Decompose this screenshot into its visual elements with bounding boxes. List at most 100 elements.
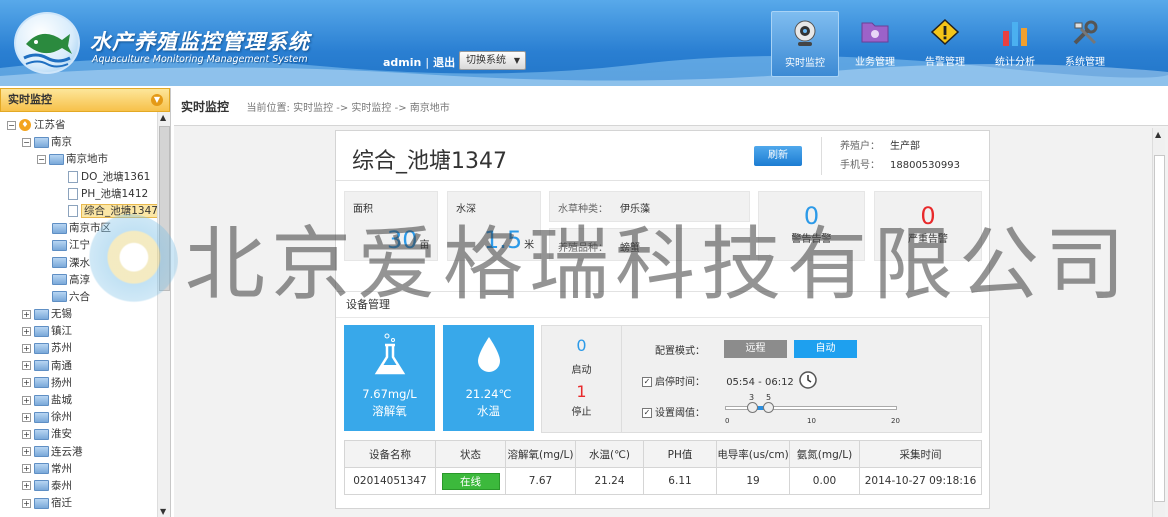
nav-alarm-management[interactable]: 告警管理 xyxy=(911,11,979,77)
remote-mode-button[interactable]: 远程 xyxy=(724,340,787,358)
tree-node-pond[interactable]: DO_池塘1361 xyxy=(0,169,170,186)
depth-readout: 1.5 米 xyxy=(484,226,534,254)
tools-icon xyxy=(1070,19,1100,47)
content-scrollbar[interactable]: ▲ xyxy=(1152,128,1165,517)
slider-handle-low[interactable] xyxy=(747,402,758,413)
tree-node-city[interactable]: + 宿迁 xyxy=(0,495,170,512)
tree-node-pond-selected[interactable]: 综合_池塘1347 xyxy=(0,203,170,220)
slider-handle-high[interactable] xyxy=(763,402,774,413)
tree-label: 南通 xyxy=(51,359,72,372)
province-icon: ♦ xyxy=(19,119,31,131)
expand-toggle-icon[interactable]: + xyxy=(22,498,31,508)
tree-label: 高淳 xyxy=(69,273,90,286)
tree-node-city[interactable]: + 盐城 xyxy=(0,392,170,409)
expand-toggle-icon[interactable]: + xyxy=(22,481,31,491)
column-header: 溶解氧(mg/L) xyxy=(505,440,576,468)
scrollbar-thumb[interactable] xyxy=(159,126,170,291)
tree-label: 盐城 xyxy=(51,394,72,406)
pond-name: 综合_池塘1347 xyxy=(352,149,507,174)
scale-label: 0 xyxy=(725,417,730,425)
warning-alarm-card[interactable]: 0 警告告警 xyxy=(758,191,865,261)
tree-node-district[interactable]: 六合 xyxy=(0,289,170,306)
tree-node-city[interactable]: + 南通 xyxy=(0,358,170,375)
cell-device-name: 02014051347 xyxy=(344,467,436,495)
sidebar-scrollbar[interactable]: ▲ ▼ xyxy=(157,112,170,517)
collapse-icon[interactable]: ▼ xyxy=(151,94,163,106)
tree-label: 综合_池塘1347 xyxy=(81,203,161,218)
tree-label: 宿迁 xyxy=(51,497,72,510)
tree-node-pond[interactable]: PH_池塘1412 xyxy=(0,186,170,203)
scroll-up-icon[interactable]: ▲ xyxy=(160,113,166,122)
tree-node-district[interactable]: 江宁 xyxy=(0,237,170,254)
clock-icon[interactable] xyxy=(798,370,818,390)
nav-business-management[interactable]: 业务管理 xyxy=(841,11,909,77)
scroll-up-icon[interactable]: ▲ xyxy=(1155,130,1161,139)
tree-label: 南京市区 xyxy=(69,222,111,235)
owner-label: 养殖户： xyxy=(840,141,880,152)
tree-node-district[interactable]: 高淳 xyxy=(0,272,170,289)
tree-node-city[interactable]: + 无锡 xyxy=(0,306,170,323)
expand-toggle-icon[interactable]: + xyxy=(22,361,31,371)
breed-value: 螃蟹 xyxy=(620,243,640,254)
column-header: 电导率(us/cm) xyxy=(716,440,790,468)
scroll-down-icon[interactable]: ▼ xyxy=(160,507,166,516)
tree-node-district[interactable]: 南京市区 xyxy=(0,220,170,237)
schedule-checkbox[interactable]: ✓ xyxy=(642,377,652,387)
auto-mode-button[interactable]: 自动 xyxy=(794,340,857,358)
breed-label: 养殖品种： xyxy=(558,243,608,254)
page-title: 实时监控 xyxy=(181,100,230,114)
scrollbar-thumb[interactable] xyxy=(1154,155,1165,502)
tree-node-city[interactable]: + 连云港 xyxy=(0,444,170,461)
folder-icon xyxy=(34,480,49,492)
switch-system-label: 切换系统 xyxy=(466,55,506,66)
tree-label: 南京地市 xyxy=(66,153,108,166)
threshold-slider[interactable]: 3 5 0 10 20 xyxy=(725,393,901,429)
tree-node-city[interactable]: − 南京 xyxy=(0,134,170,151)
column-header: PH值 xyxy=(643,440,717,468)
tree-node-city[interactable]: + 扬州 xyxy=(0,375,170,392)
nav-realtime-monitor[interactable]: 实时监控 xyxy=(771,11,839,77)
nav-label: 统计分析 xyxy=(995,57,1035,68)
logout-link[interactable]: 退出 xyxy=(433,56,455,69)
pond-stats: 面积 30 亩 水深 1.5 米 水草种类： 伊乐藻 养殖品种： 螃蟹 0 警告告警… xyxy=(344,191,984,263)
table-row[interactable]: 02014051347 在线 7.67 21.24 6.11 19 0.00 2… xyxy=(344,467,982,495)
refresh-button[interactable]: 刷新 xyxy=(754,146,802,166)
collapse-toggle-icon[interactable]: − xyxy=(22,137,31,147)
document-icon xyxy=(68,170,78,183)
tree-label: 溧水 xyxy=(69,256,90,269)
expand-toggle-icon[interactable]: + xyxy=(22,447,31,457)
switch-system-dropdown[interactable]: 切换系统 ▼ xyxy=(459,51,526,70)
nav-system-management[interactable]: 系统管理 xyxy=(1051,11,1119,77)
collapse-toggle-icon[interactable]: − xyxy=(37,154,46,164)
expand-toggle-icon[interactable]: + xyxy=(22,412,31,422)
area-unit: 亩 xyxy=(419,240,430,251)
tree-node-district[interactable]: − 南京地市 xyxy=(0,151,170,168)
tree-label: 泰州 xyxy=(51,479,72,492)
tree-label: 南京 xyxy=(51,136,72,149)
tree-node-province[interactable]: − ♦ 江苏省 xyxy=(0,117,170,134)
expand-toggle-icon[interactable]: + xyxy=(22,378,31,388)
threshold-checkbox[interactable]: ✓ xyxy=(642,408,652,418)
expand-toggle-icon[interactable]: + xyxy=(22,395,31,405)
depth-value: 1.5 xyxy=(484,226,523,254)
column-header: 设备名称 xyxy=(344,440,436,468)
tree-node-city[interactable]: + 苏州 xyxy=(0,340,170,357)
expand-toggle-icon[interactable]: + xyxy=(22,309,31,319)
expand-toggle-icon[interactable]: + xyxy=(22,429,31,439)
expand-toggle-icon[interactable]: + xyxy=(22,326,31,336)
severe-alarm-card[interactable]: 0 严重告警 xyxy=(874,191,982,261)
tree-node-city[interactable]: + 常州 xyxy=(0,461,170,478)
expand-toggle-icon[interactable]: + xyxy=(22,464,31,474)
nav-statistics[interactable]: 统计分析 xyxy=(981,11,1049,77)
tree-node-city[interactable]: + 镇江 xyxy=(0,323,170,340)
collapse-toggle-icon[interactable]: − xyxy=(7,120,16,130)
expand-toggle-icon[interactable]: + xyxy=(22,343,31,353)
tree-label: 镇江 xyxy=(51,325,72,338)
tree-label: DO_池塘1361 xyxy=(81,170,151,183)
tree-node-city[interactable]: + 泰州 xyxy=(0,478,170,495)
tree-node-city[interactable]: + 徐州 xyxy=(0,409,170,426)
document-icon xyxy=(68,187,78,200)
tree-node-district[interactable]: 溧水 xyxy=(0,255,170,272)
breadcrumb-bar: 实时监控 当前位置: 实时监控 -> 实时监控 -> 南京地市 xyxy=(174,88,1168,126)
tree-node-city[interactable]: + 淮安 xyxy=(0,426,170,443)
